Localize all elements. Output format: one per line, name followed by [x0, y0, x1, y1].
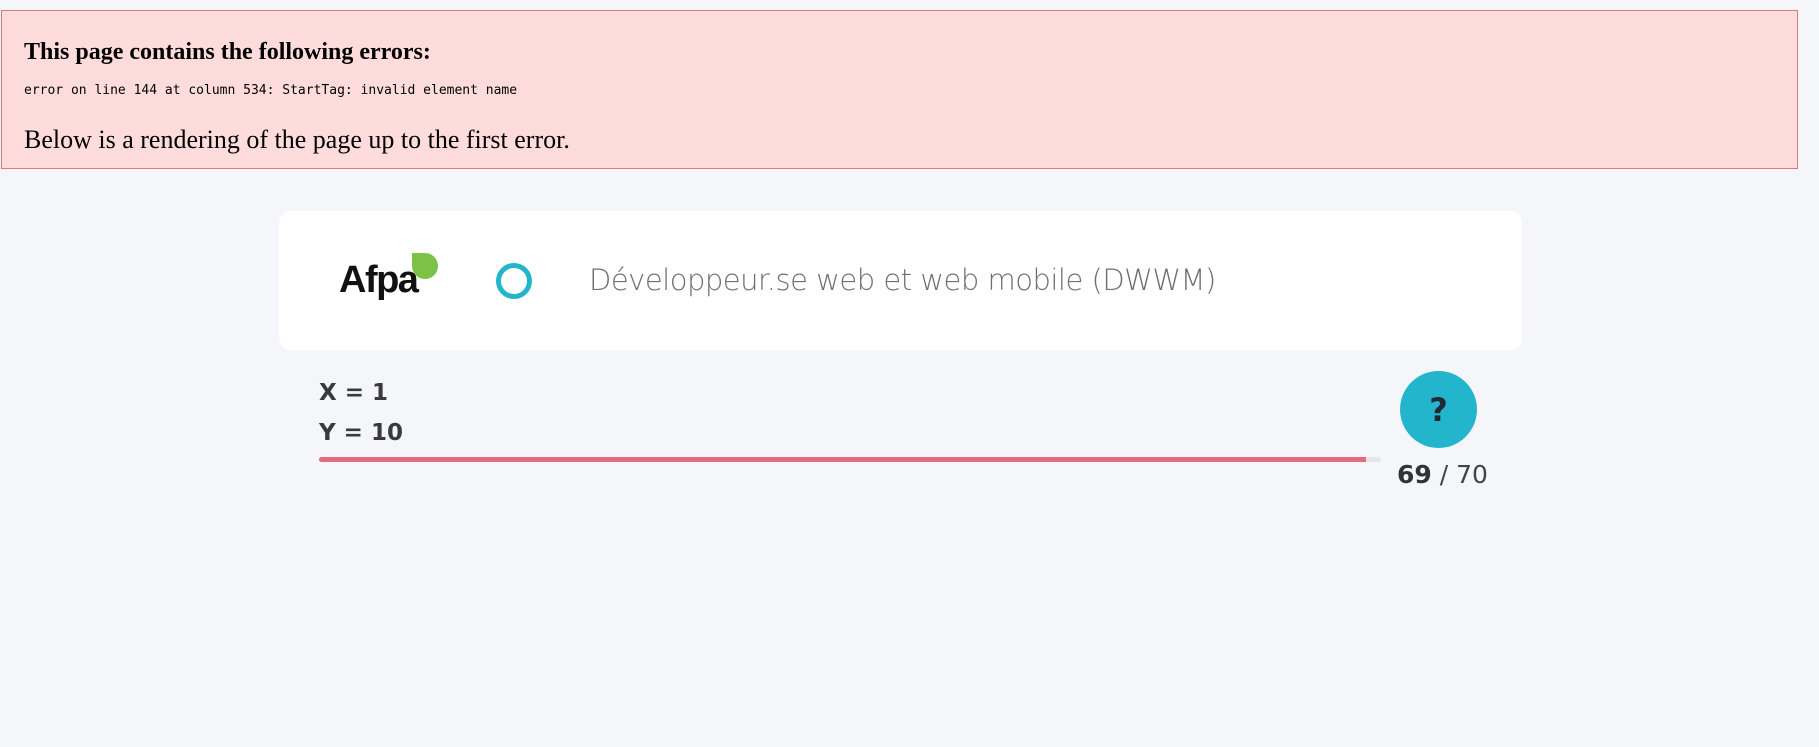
question-counter: 69 / 70	[1397, 460, 1488, 489]
error-detail: error on line 144 at column 534: StartTa…	[24, 83, 518, 98]
counter-total: 70	[1456, 460, 1488, 489]
ring-icon	[496, 263, 532, 299]
logo-text: Afpa	[339, 259, 419, 301]
error-below-text: Below is a rendering of the page up to t…	[24, 125, 570, 154]
progress-bar	[319, 457, 1381, 462]
leaf-icon	[412, 253, 438, 279]
course-title: Développeur.se web et web mobile (DWWM)	[589, 263, 1216, 297]
progress-bar-fill	[319, 457, 1366, 462]
question-line-x: X = 1	[319, 380, 389, 406]
question-icon: ?	[1429, 390, 1448, 429]
course-header-card: Afpa Développeur.se web et web mobile (D…	[279, 211, 1522, 350]
question-line-y: Y = 10	[319, 420, 403, 446]
afpa-logo: Afpa	[339, 253, 439, 311]
error-title: This page contains the following errors:	[24, 39, 431, 65]
counter-separator: /	[1431, 460, 1457, 489]
xml-error-banner: This page contains the following errors:…	[1, 10, 1798, 169]
help-button[interactable]: ?	[1400, 371, 1477, 448]
counter-current: 69	[1397, 460, 1432, 489]
